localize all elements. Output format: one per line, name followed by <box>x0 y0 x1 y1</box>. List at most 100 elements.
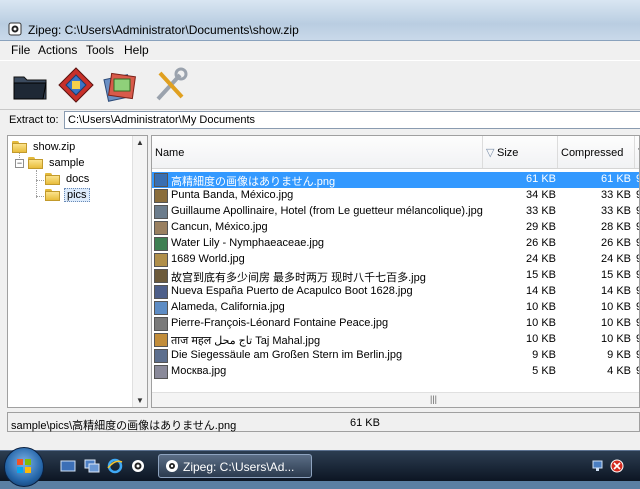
tree-node-pics[interactable]: pics <box>45 187 90 203</box>
file-extra-column: 9 <box>636 253 639 265</box>
toolbar <box>0 60 640 110</box>
taskbar-zipeg-button[interactable]: Zipeg: C:\Users\Ad... <box>158 454 312 478</box>
image-thumbnail-icon <box>154 221 168 235</box>
file-size: 61 KB <box>526 173 556 185</box>
file-size: 33 KB <box>526 205 556 217</box>
file-extra-column: 9 <box>636 189 639 201</box>
file-size: 26 KB <box>526 237 556 249</box>
scroll-up-arrow-icon[interactable]: ▲ <box>136 138 144 147</box>
file-size: 34 KB <box>526 189 556 201</box>
collapse-toggle-icon[interactable]: − <box>15 159 24 168</box>
column-header-name[interactable]: Name <box>152 136 483 168</box>
menu-help[interactable]: Help <box>124 43 149 57</box>
column-header-compressed[interactable]: Compressed <box>558 136 635 168</box>
show-desktop-icon[interactable] <box>60 458 76 474</box>
menu-actions[interactable]: Actions <box>38 43 77 57</box>
tree-scrollbar[interactable]: ▲ ▼ <box>132 136 147 407</box>
extract-selected-icon[interactable] <box>100 65 140 105</box>
system-tray <box>592 451 640 481</box>
file-row[interactable]: Alameda, California.jpg 10 KB 10 KB 9 <box>152 300 639 316</box>
sort-descending-icon: ▽ <box>486 147 495 159</box>
title-bar[interactable]: Zipeg: C:\Users\Administrator\Documents\… <box>0 0 640 41</box>
file-row[interactable]: ताज महल تاج محل Taj Mahal.jpg 10 KB 10 KB 9 <box>152 332 639 348</box>
folder-tree[interactable]: show.zip − sample docs pics ▲ ▼ <box>7 135 148 408</box>
tree-node-docs[interactable]: docs <box>45 171 91 187</box>
file-row[interactable]: Water Lily - Nymphaeaceae.jpg 26 KB 26 KB 9 <box>152 236 639 252</box>
extract-icon[interactable] <box>56 65 96 105</box>
file-name: Guillaume Apollinaire, Hotel (from Le gu… <box>171 205 483 217</box>
file-row[interactable]: Punta Banda, México.jpg 34 KB 33 KB 9 <box>152 188 639 204</box>
file-name: Pierre-François-Léonard Fontaine Peace.j… <box>171 317 389 329</box>
file-name: Москва.jpg <box>171 365 227 377</box>
tree-line <box>36 170 37 198</box>
file-name: Water Lily - Nymphaeaceae.jpg <box>171 237 325 249</box>
folder-icon <box>45 189 60 201</box>
tree-node-root[interactable]: show.zip <box>12 139 77 155</box>
zipeg-app-icon <box>8 22 22 36</box>
image-thumbnail-icon <box>154 189 168 203</box>
file-row[interactable]: Pierre-François-Léonard Fontaine Peace.j… <box>152 316 639 332</box>
file-compressed-size: 10 KB <box>601 333 631 345</box>
file-name: 故宫到底有多少间房 最多时两万 现时八千七百多.jpg <box>171 272 426 284</box>
windows-logo-icon <box>17 459 31 473</box>
file-row[interactable]: 故宫到底有多少间房 最多时两万 现时八千七百多.jpg 15 KB 15 KB 9 <box>152 268 639 284</box>
tree-line <box>36 196 44 197</box>
image-thumbnail-icon <box>154 269 168 283</box>
file-compressed-size: 26 KB <box>601 237 631 249</box>
column-header-size[interactable]: ▽ Size <box>483 136 558 168</box>
tools-icon[interactable] <box>150 65 190 105</box>
file-list-hscrollbar[interactable]: ||| <box>152 392 639 407</box>
image-thumbnail-icon <box>154 285 168 299</box>
file-compressed-size: 24 KB <box>601 253 631 265</box>
menu-tools[interactable]: Tools <box>86 43 114 57</box>
scroll-down-arrow-icon[interactable]: ▼ <box>136 396 144 405</box>
internet-explorer-icon[interactable] <box>107 458 123 474</box>
file-row[interactable]: Cancun, México.jpg 29 KB 28 KB 9 <box>152 220 639 236</box>
file-row[interactable]: Die Siegessäule am Großen Stern im Berli… <box>152 348 639 364</box>
file-extra-column: 9 <box>636 173 639 185</box>
switch-windows-icon[interactable] <box>84 458 100 474</box>
file-extra-column: 9 <box>636 269 639 281</box>
file-row[interactable]: Москва.jpg 5 KB 4 KB 9 <box>152 364 639 380</box>
status-size: 61 KB <box>350 417 380 429</box>
file-row[interactable]: Guillaume Apollinaire, Hotel (from Le gu… <box>152 204 639 220</box>
status-path: sample\pics\高精細度の画像はありません.png <box>11 420 237 432</box>
file-extra-column: 9 <box>636 365 639 377</box>
tree-label-pics: pics <box>64 188 90 202</box>
taskbar: Zipeg: C:\Users\Ad... <box>0 447 640 487</box>
zipeg-quicklaunch-icon[interactable] <box>130 458 146 474</box>
folder-icon <box>12 141 27 153</box>
extract-path-input[interactable]: C:\Users\Administrator\My Documents <box>64 111 640 129</box>
extract-row: Extract to: C:\Users\Administrator\My Do… <box>0 110 640 132</box>
column-header-extra[interactable]: T <box>635 136 639 168</box>
scroll-grip-icon[interactable]: ||| <box>430 394 437 404</box>
file-compressed-size: 4 KB <box>607 365 631 377</box>
file-list[interactable]: Name ▽ Size Compressed T 高精細度の画像はありません.p… <box>151 135 640 408</box>
file-compressed-size: 61 KB <box>601 173 631 185</box>
open-archive-icon[interactable] <box>10 65 50 105</box>
image-thumbnail-icon <box>154 365 168 379</box>
file-name: 高精細度の画像はありません.png <box>171 176 336 188</box>
warning-shield-icon[interactable] <box>610 459 624 473</box>
file-compressed-size: 15 KB <box>601 269 631 281</box>
app-window: Zipeg: C:\Users\Administrator\Documents\… <box>0 0 640 450</box>
file-compressed-size: 33 KB <box>601 189 631 201</box>
image-thumbnail-icon <box>154 333 168 347</box>
start-button[interactable] <box>4 447 44 487</box>
image-thumbnail-icon <box>154 317 168 331</box>
file-name: 1689 World.jpg <box>171 253 245 265</box>
file-row[interactable]: Nueva España Puerto de Acapulco Boot 162… <box>152 284 639 300</box>
network-icon[interactable] <box>592 459 606 473</box>
file-size: 10 KB <box>526 317 556 329</box>
file-name: Nueva España Puerto de Acapulco Boot 162… <box>171 285 413 297</box>
file-extra-column: 9 <box>636 317 639 329</box>
image-thumbnail-icon <box>154 173 168 187</box>
file-row[interactable]: 1689 World.jpg 24 KB 24 KB 9 <box>152 252 639 268</box>
file-compressed-size: 10 KB <box>601 301 631 313</box>
tree-node-sample[interactable]: sample <box>28 155 86 171</box>
file-row[interactable]: 高精細度の画像はありません.png 61 KB 61 KB 9 <box>152 172 639 188</box>
menu-file[interactable]: File <box>11 43 30 57</box>
file-size: 9 KB <box>532 349 556 361</box>
status-bar: sample\pics\高精細度の画像はありません.png 61 KB <box>7 412 640 432</box>
file-size: 10 KB <box>526 333 556 345</box>
